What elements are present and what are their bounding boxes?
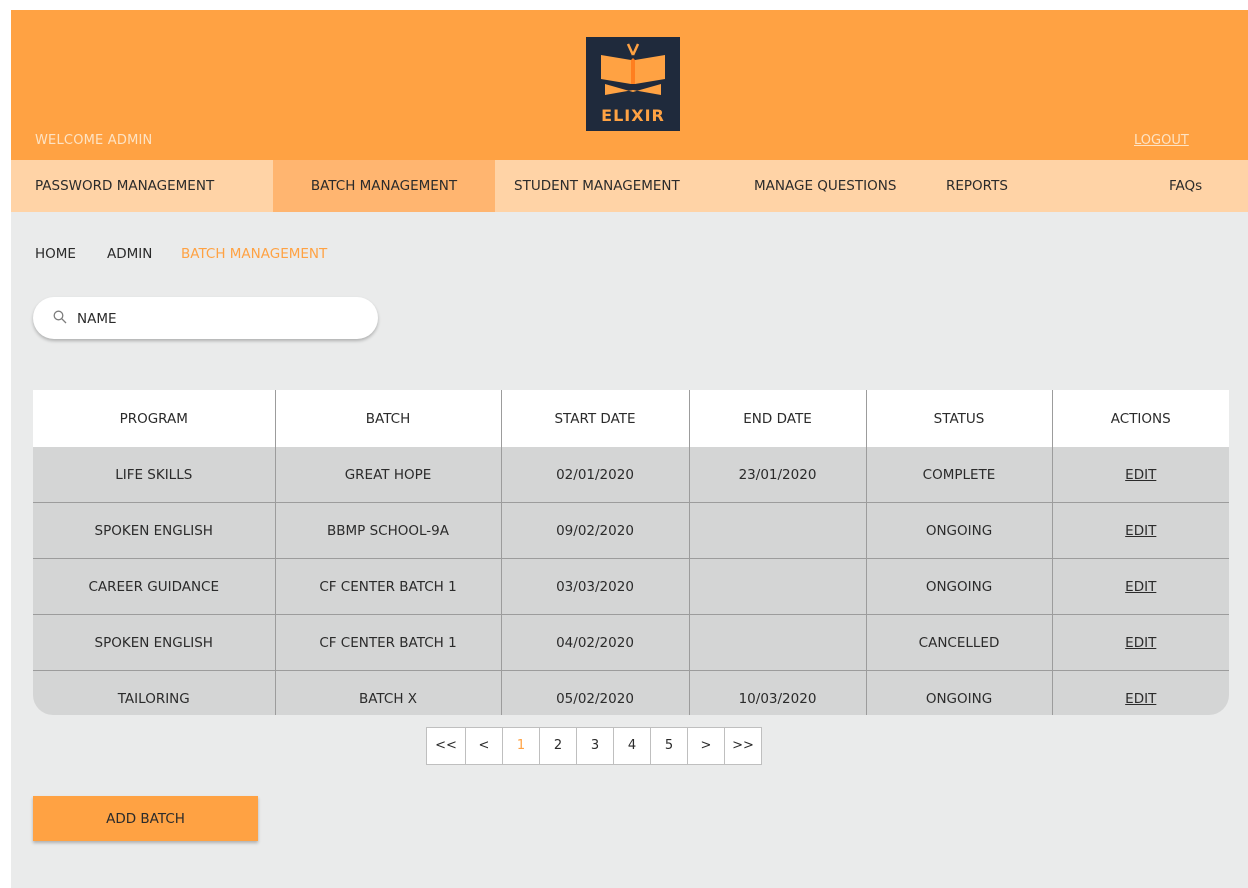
page-prev-button[interactable]: < <box>465 728 502 764</box>
cell-batch: CF CENTER BATCH 1 <box>274 558 501 615</box>
cell-start-date: 03/03/2020 <box>500 558 689 615</box>
search-box <box>33 297 378 341</box>
cell-end-date: 10/03/2020 <box>688 670 866 715</box>
cell-end-date <box>688 502 866 559</box>
cell-program: SPOKEN ENGLISH <box>33 502 275 559</box>
cell-batch: BBMP SCHOOL-9A <box>274 502 501 559</box>
cell-batch: BATCH X <box>274 670 501 715</box>
page-frame: WELCOME ADMIN ELIXIR LOGOUT PASSWORD MAN… <box>11 10 1248 888</box>
column-header-end-date: END DATE <box>688 390 866 447</box>
cell-start-date: 09/02/2020 <box>500 502 689 559</box>
logout-link[interactable]: LOGOUT <box>1134 133 1189 148</box>
cell-status: ONGOING <box>865 558 1052 615</box>
page-button-5[interactable]: 5 <box>650 728 687 764</box>
batch-table: PROGRAM BATCH START DATE END DATE STATUS… <box>33 390 1229 715</box>
cell-program: CAREER GUIDANCE <box>33 558 275 615</box>
cell-end-date <box>688 614 866 671</box>
cell-batch: GREAT HOPE <box>274 447 501 503</box>
edit-link[interactable]: EDIT <box>1051 447 1229 503</box>
table-row: LIFE SKILLS GREAT HOPE 02/01/2020 23/01/… <box>33 447 1229 503</box>
table-header-row: PROGRAM BATCH START DATE END DATE STATUS… <box>33 390 1229 447</box>
page-button-1[interactable]: 1 <box>502 728 539 764</box>
nav-student-management[interactable]: STUDENT MANAGEMENT <box>514 160 680 212</box>
welcome-text: WELCOME ADMIN <box>35 133 153 148</box>
table-row: SPOKEN ENGLISH CF CENTER BATCH 1 04/02/2… <box>33 614 1229 671</box>
column-header-batch: BATCH <box>274 390 501 447</box>
edit-link[interactable]: EDIT <box>1051 558 1229 615</box>
page-first-button[interactable]: << <box>427 728 465 764</box>
table-row: CAREER GUIDANCE CF CENTER BATCH 1 03/03/… <box>33 558 1229 615</box>
add-batch-button[interactable]: ADD BATCH <box>33 796 258 841</box>
cell-program: TAILORING <box>33 670 275 715</box>
header: WELCOME ADMIN ELIXIR LOGOUT <box>11 10 1248 160</box>
edit-link[interactable]: EDIT <box>1051 614 1229 671</box>
pagination: << < 1 2 3 4 5 > >> <box>426 727 762 765</box>
page-button-4[interactable]: 4 <box>613 728 650 764</box>
breadcrumb-current: BATCH MANAGEMENT <box>181 246 328 262</box>
page-last-button[interactable]: >> <box>724 728 761 764</box>
cell-start-date: 02/01/2020 <box>500 447 689 503</box>
nav-reports[interactable]: REPORTS <box>946 160 1008 212</box>
cell-program: SPOKEN ENGLISH <box>33 614 275 671</box>
cell-status: CANCELLED <box>865 614 1052 671</box>
breadcrumb-home[interactable]: HOME <box>35 246 76 262</box>
cell-end-date <box>688 558 866 615</box>
nav-batch-management[interactable]: BATCH MANAGEMENT <box>273 160 495 212</box>
cell-start-date: 04/02/2020 <box>500 614 689 671</box>
search-icon <box>53 310 67 324</box>
breadcrumb-admin[interactable]: ADMIN <box>107 246 152 262</box>
search-input[interactable] <box>75 297 369 341</box>
page-button-3[interactable]: 3 <box>576 728 613 764</box>
column-header-actions: ACTIONS <box>1051 390 1229 447</box>
edit-link[interactable]: EDIT <box>1051 670 1229 715</box>
column-header-start-date: START DATE <box>500 390 689 447</box>
page-next-button[interactable]: > <box>687 728 724 764</box>
page-button-2[interactable]: 2 <box>539 728 576 764</box>
cell-batch: CF CENTER BATCH 1 <box>274 614 501 671</box>
nav-password-management[interactable]: PASSWORD MANAGEMENT <box>35 160 214 212</box>
column-header-program: PROGRAM <box>33 390 275 447</box>
cell-start-date: 05/02/2020 <box>500 670 689 715</box>
logo-text: ELIXIR <box>601 106 665 125</box>
cell-status: ONGOING <box>865 670 1052 715</box>
cell-end-date: 23/01/2020 <box>688 447 866 503</box>
nav-manage-questions[interactable]: MANAGE QUESTIONS <box>754 160 896 212</box>
cell-status: COMPLETE <box>865 447 1052 503</box>
table-row: TAILORING BATCH X 05/02/2020 10/03/2020 … <box>33 670 1229 715</box>
main-nav: PASSWORD MANAGEMENT BATCH MANAGEMENT STU… <box>11 160 1248 212</box>
elixir-logo: ELIXIR <box>586 37 680 131</box>
nav-faqs[interactable]: FAQs <box>1169 160 1202 212</box>
column-header-status: STATUS <box>865 390 1052 447</box>
cell-status: ONGOING <box>865 502 1052 559</box>
table-row: SPOKEN ENGLISH BBMP SCHOOL-9A 09/02/2020… <box>33 502 1229 559</box>
edit-link[interactable]: EDIT <box>1051 502 1229 559</box>
cell-program: LIFE SKILLS <box>115 466 193 483</box>
